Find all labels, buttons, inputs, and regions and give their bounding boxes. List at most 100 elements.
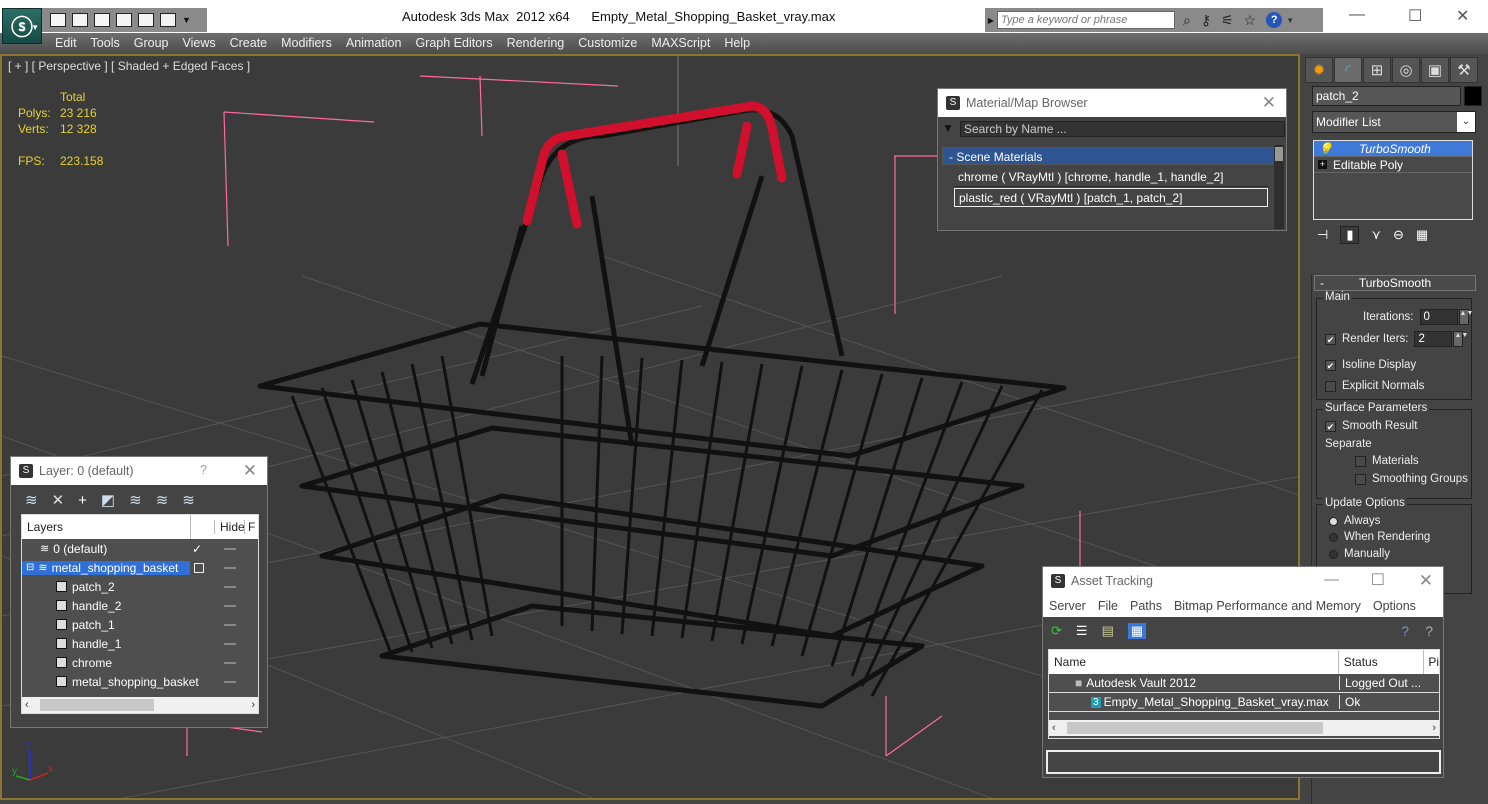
close-icon[interactable]: ✕: [1262, 93, 1276, 113]
tab-modify[interactable]: ◜: [1334, 57, 1362, 83]
tab-display[interactable]: ▣: [1421, 57, 1449, 83]
tab-motion[interactable]: ◎: [1392, 57, 1420, 83]
rollout-header[interactable]: - TurboSmooth: [1314, 275, 1476, 291]
remove-modifier-icon[interactable]: ⊖: [1393, 227, 1404, 243]
col-status[interactable]: Status: [1337, 650, 1424, 674]
menu-tools[interactable]: Tools: [91, 33, 120, 54]
col-freeze[interactable]: F: [244, 520, 255, 534]
modifier-list-dropdown[interactable]: Modifier List ⌄: [1312, 111, 1476, 133]
close-button[interactable]: ✕: [1456, 6, 1469, 26]
object-row[interactable]: chrome: [22, 653, 258, 672]
object-row[interactable]: patch_2: [22, 577, 258, 596]
tab-utilities[interactable]: ⚒: [1450, 57, 1478, 83]
menu-bitmap-performance[interactable]: Bitmap Performance and Memory: [1174, 599, 1361, 613]
hold-icon[interactable]: [116, 13, 132, 27]
create-layer-icon[interactable]: ≋: [25, 491, 38, 509]
online-help-icon[interactable]: ?: [1401, 623, 1409, 639]
asset-row-max-file[interactable]: 3 Empty_Metal_Shopping_Basket_vray.max Ok: [1049, 693, 1439, 712]
layer-horizontal-scrollbar[interactable]: ‹ ›: [22, 697, 258, 713]
object-color-swatch[interactable]: [1464, 86, 1482, 106]
layer-manager-titlebar[interactable]: S Layer: 0 (default)? ✕: [11, 457, 267, 485]
always-radio[interactable]: [1329, 516, 1338, 526]
layer-row-metal-shopping-basket[interactable]: ⊟ ≋ metal_shopping_basket: [22, 558, 258, 577]
col-layers[interactable]: Layers: [22, 520, 190, 534]
scroll-left-icon[interactable]: ‹: [25, 699, 29, 711]
new-scene-icon[interactable]: [94, 13, 110, 27]
scroll-left-icon[interactable]: ‹: [1052, 722, 1056, 734]
menu-views[interactable]: Views: [182, 33, 215, 54]
menu-file[interactable]: File: [1098, 599, 1118, 613]
menu-group[interactable]: Group: [134, 33, 169, 54]
material-browser-titlebar[interactable]: S Material/Map Browser ✕: [938, 89, 1286, 117]
add-to-layer-icon[interactable]: +: [78, 492, 87, 509]
menu-rendering[interactable]: Rendering: [507, 33, 565, 54]
freeze-all-icon[interactable]: ≋: [182, 491, 195, 509]
render-iters-checkbox[interactable]: ✔: [1325, 333, 1336, 345]
select-objects-icon[interactable]: ◩: [101, 491, 115, 509]
object-row[interactable]: patch_1: [22, 615, 258, 634]
options-menu-icon[interactable]: ▼: [942, 121, 954, 135]
qat-dropdown-icon[interactable]: ▼: [182, 15, 191, 25]
set-current-checkbox[interactable]: [194, 562, 204, 573]
menu-modifiers[interactable]: Modifiers: [281, 33, 332, 54]
layer-row-default[interactable]: ≋ 0 (default) ✓: [22, 539, 258, 558]
maximize-button[interactable]: ☐: [1408, 6, 1422, 26]
menu-customize[interactable]: Customize: [578, 33, 637, 54]
menu-server[interactable]: Server: [1049, 599, 1086, 613]
close-icon[interactable]: ✕: [1419, 571, 1433, 591]
menu-paths[interactable]: Paths: [1130, 599, 1162, 613]
key-icon[interactable]: ⚷: [1201, 12, 1211, 29]
menu-animation[interactable]: Animation: [346, 33, 402, 54]
lightbulb-icon[interactable]: 💡: [1318, 142, 1333, 156]
tab-hierarchy[interactable]: ⊞: [1363, 57, 1391, 83]
scroll-right-icon[interactable]: ›: [1432, 722, 1436, 734]
redo-icon[interactable]: [160, 13, 176, 27]
smoothing-groups-checkbox[interactable]: [1355, 473, 1366, 485]
undo-icon[interactable]: [138, 13, 154, 27]
hide-all-icon[interactable]: ≋: [156, 491, 169, 509]
material-search-input[interactable]: Search by Name ...: [960, 121, 1285, 137]
isoline-display-checkbox[interactable]: ✔: [1325, 359, 1336, 371]
when-rendering-radio[interactable]: [1329, 532, 1338, 542]
menu-graph-editors[interactable]: Graph Editors: [415, 33, 492, 54]
material-item-plastic-red[interactable]: plastic_red ( VRayMtl ) [patch_1, patch_…: [954, 188, 1268, 207]
asset-horizontal-scrollbar[interactable]: ‹ ›: [1049, 720, 1439, 736]
scroll-right-icon[interactable]: ›: [251, 699, 255, 711]
viewport-label[interactable]: [ + ] [ Perspective ] [ Shaded + Edged F…: [8, 59, 250, 73]
col-hide[interactable]: Hide: [214, 520, 245, 534]
close-icon[interactable]: ✕: [243, 461, 257, 481]
menu-create[interactable]: Create: [230, 33, 268, 54]
configure-sets-icon[interactable]: ▦: [1416, 227, 1428, 243]
menu-maxscript[interactable]: MAXScript: [651, 33, 710, 54]
refresh-icon[interactable]: ⟳: [1051, 623, 1062, 639]
materials-checkbox[interactable]: [1355, 455, 1366, 467]
open-file-icon[interactable]: [50, 13, 66, 27]
satellite-icon[interactable]: ⚟: [1221, 12, 1234, 29]
help-icon[interactable]: ?: [1266, 12, 1283, 28]
menu-edit[interactable]: Edit: [55, 33, 77, 54]
scene-materials-group[interactable]: - Scene Materials: [942, 147, 1277, 165]
minimize-button[interactable]: —: [1324, 571, 1339, 588]
menu-options[interactable]: Options: [1373, 599, 1416, 613]
minimize-button[interactable]: —: [1349, 6, 1365, 24]
maximize-button[interactable]: ☐: [1371, 570, 1385, 590]
material-item-chrome[interactable]: chrome ( VRayMtl ) [chrome, handle_1, ha…: [954, 168, 1268, 187]
highlight-layer-icon[interactable]: ≋: [129, 491, 142, 509]
star-icon[interactable]: ☆: [1244, 12, 1257, 29]
expand-icon[interactable]: +: [1318, 160, 1327, 169]
manually-radio[interactable]: [1329, 549, 1338, 559]
explicit-normals-checkbox[interactable]: [1325, 380, 1336, 392]
tree-view-icon[interactable]: ▤: [1102, 623, 1114, 639]
help-dropdown-icon[interactable]: ▼: [1286, 16, 1294, 25]
object-row[interactable]: handle_2: [22, 596, 258, 615]
list-view-icon[interactable]: ☰: [1076, 623, 1088, 639]
iterations-spinner[interactable]: ▲▼: [1458, 309, 1473, 325]
keyword-search-input[interactable]: [997, 11, 1175, 29]
col-path[interactable]: Pi: [1423, 650, 1439, 674]
help-icon[interactable]: ?: [1425, 623, 1433, 639]
menu-help[interactable]: Help: [724, 33, 750, 54]
current-layer-check-icon[interactable]: ✓: [192, 542, 202, 556]
col-name[interactable]: Name: [1049, 655, 1338, 669]
table-view-icon[interactable]: ▦: [1127, 623, 1147, 639]
stack-item-turbosmooth[interactable]: 💡 TurboSmooth: [1314, 141, 1472, 157]
